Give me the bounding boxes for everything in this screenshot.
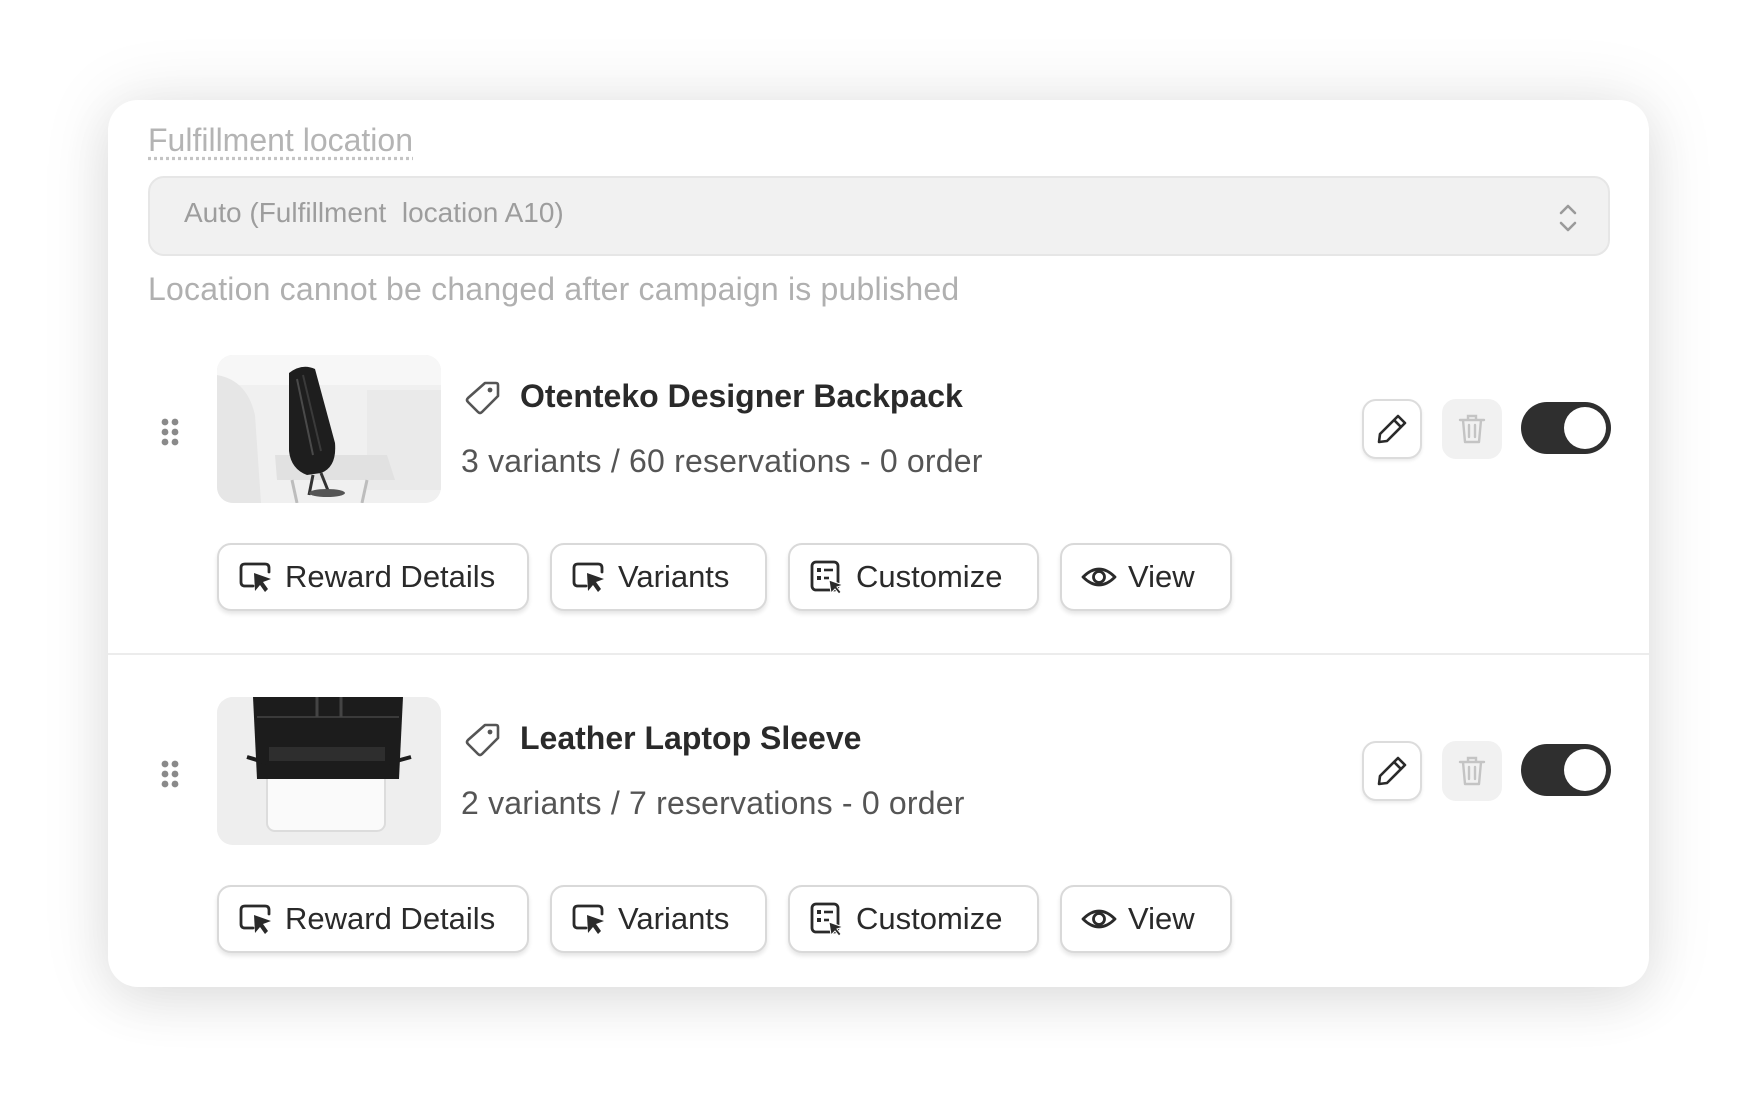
select-chevrons-icon <box>1559 204 1577 232</box>
edit-button[interactable] <box>1362 741 1422 801</box>
variants-button[interactable]: Variants <box>550 543 767 611</box>
customize-button[interactable]: Customize <box>788 885 1039 953</box>
tag-icon <box>465 723 500 757</box>
fulfillment-location-label: Fulfillment location <box>148 122 413 158</box>
cursor-select-icon <box>572 904 604 934</box>
product-thumbnail <box>217 355 441 503</box>
rewards-card: Fulfillment location Auto (Fulfillment l… <box>108 100 1649 987</box>
reward-details-label: Reward Details <box>285 901 496 936</box>
customize-label: Customize <box>856 901 1003 936</box>
item-title: Otenteko Designer Backpack <box>520 378 963 414</box>
variants-label: Variants <box>618 901 730 936</box>
reward-item: Leather Laptop Sleeve 2 variants / 7 res… <box>108 697 1649 987</box>
item-title: Leather Laptop Sleeve <box>520 720 862 756</box>
item-stats: 3 variants / 60 reservations - 0 order <box>461 443 983 479</box>
pencil-icon <box>1377 756 1407 786</box>
enabled-toggle[interactable] <box>1521 744 1611 796</box>
pencil-icon <box>1377 414 1407 444</box>
view-button[interactable]: View <box>1060 885 1232 953</box>
item-stats: 2 variants / 7 reservations - 0 order <box>461 785 965 821</box>
eye-icon <box>1081 909 1117 929</box>
backpack-image <box>217 355 441 503</box>
cursor-select-icon <box>572 562 604 592</box>
variants-label: Variants <box>618 559 730 594</box>
eye-icon <box>1081 567 1117 587</box>
customize-label: Customize <box>856 559 1003 594</box>
laptop-sleeve-image <box>217 697 441 845</box>
tag-icon <box>465 381 500 415</box>
drag-handle-icon[interactable] <box>160 759 180 789</box>
reward-details-button[interactable]: Reward Details <box>217 885 529 953</box>
toggle-knob <box>1564 407 1606 449</box>
fulfillment-location-hint: Location cannot be changed after campaig… <box>148 271 960 307</box>
delete-button[interactable] <box>1442 741 1502 801</box>
customize-button[interactable]: Customize <box>788 543 1039 611</box>
trash-icon <box>1458 414 1486 444</box>
fulfillment-location-select[interactable]: Auto (Fulfillment location A10) <box>148 176 1610 256</box>
enabled-toggle[interactable] <box>1521 402 1611 454</box>
product-thumbnail <box>217 697 441 845</box>
reward-item: Otenteko Designer Backpack 3 variants / … <box>108 355 1649 655</box>
reward-details-label: Reward Details <box>285 559 496 594</box>
reward-details-button[interactable]: Reward Details <box>217 543 529 611</box>
drag-handle-icon[interactable] <box>160 417 180 447</box>
cursor-select-icon <box>239 904 271 934</box>
view-label: View <box>1128 901 1195 936</box>
item-divider <box>108 653 1649 655</box>
delete-button[interactable] <box>1442 399 1502 459</box>
trash-icon <box>1458 756 1486 786</box>
customize-icon <box>810 560 845 595</box>
view-button[interactable]: View <box>1060 543 1232 611</box>
toggle-knob <box>1564 749 1606 791</box>
view-label: View <box>1128 559 1195 594</box>
customize-icon <box>810 902 845 937</box>
edit-button[interactable] <box>1362 399 1422 459</box>
fulfillment-location-value: Auto (Fulfillment location A10) <box>184 197 564 228</box>
variants-button[interactable]: Variants <box>550 885 767 953</box>
cursor-select-icon <box>239 562 271 592</box>
